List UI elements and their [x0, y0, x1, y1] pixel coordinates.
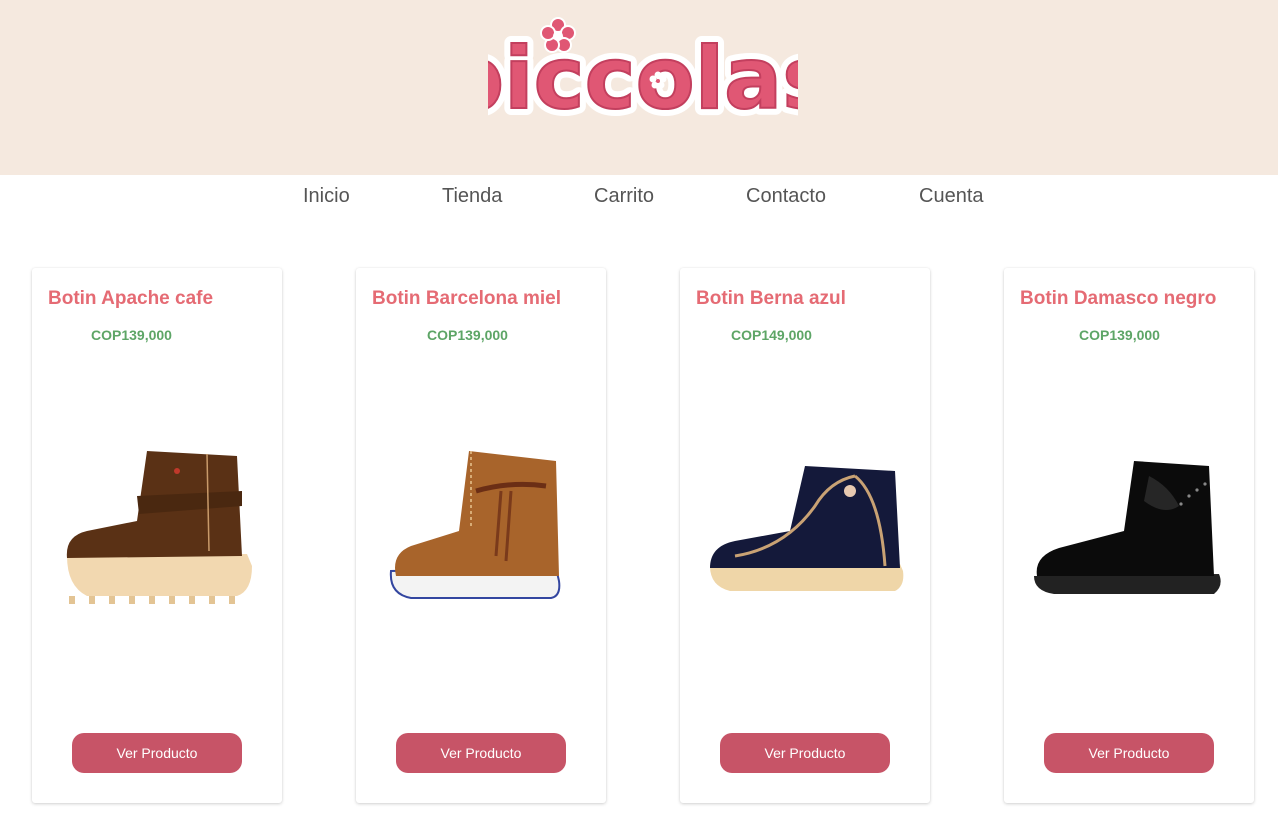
- boot-image[interactable]: [381, 436, 581, 606]
- main-nav: Inicio Tienda Carrito Contacto Cuenta: [0, 175, 1278, 219]
- view-product-button[interactable]: Ver Producto: [1044, 733, 1214, 773]
- piccolas-logo[interactable]: piccolas piccolas: [488, 8, 798, 148]
- boot-image[interactable]: [57, 436, 257, 606]
- product-price: COP139,000: [91, 327, 172, 343]
- svg-text:piccolas: piccolas: [488, 29, 798, 129]
- view-product-button[interactable]: Ver Producto: [72, 733, 242, 773]
- nav-item-inicio[interactable]: Inicio: [303, 185, 350, 208]
- product-price: COP139,000: [1079, 327, 1160, 343]
- product-price: COP149,000: [731, 327, 812, 343]
- product-card: Botin Apache cafe COP139,000 Ver Product…: [32, 268, 282, 803]
- nav-item-cuenta[interactable]: Cuenta: [919, 185, 984, 208]
- boot-image[interactable]: [705, 436, 905, 606]
- product-title[interactable]: Botin Apache cafe: [48, 288, 213, 310]
- view-product-button[interactable]: Ver Producto: [396, 733, 566, 773]
- nav-item-contacto[interactable]: Contacto: [746, 185, 826, 208]
- boot-image[interactable]: [1029, 436, 1229, 606]
- nav-item-tienda[interactable]: Tienda: [442, 185, 502, 208]
- flower-icon: [540, 17, 576, 53]
- product-price: COP139,000: [427, 327, 508, 343]
- product-title[interactable]: Botin Berna azul: [696, 288, 846, 310]
- nav-item-carrito[interactable]: Carrito: [594, 185, 654, 208]
- site-header: piccolas piccolas: [0, 0, 1278, 175]
- view-product-button[interactable]: Ver Producto: [720, 733, 890, 773]
- product-card: Botin Damasco negro COP139,000 Ver Produ…: [1004, 268, 1254, 803]
- product-card: Botin Barcelona miel COP139,000 Ver Prod…: [356, 268, 606, 803]
- product-title[interactable]: Botin Barcelona miel: [372, 288, 561, 310]
- product-card: Botin Berna azul COP149,000 Ver Producto: [680, 268, 930, 803]
- product-title[interactable]: Botin Damasco negro: [1020, 288, 1216, 310]
